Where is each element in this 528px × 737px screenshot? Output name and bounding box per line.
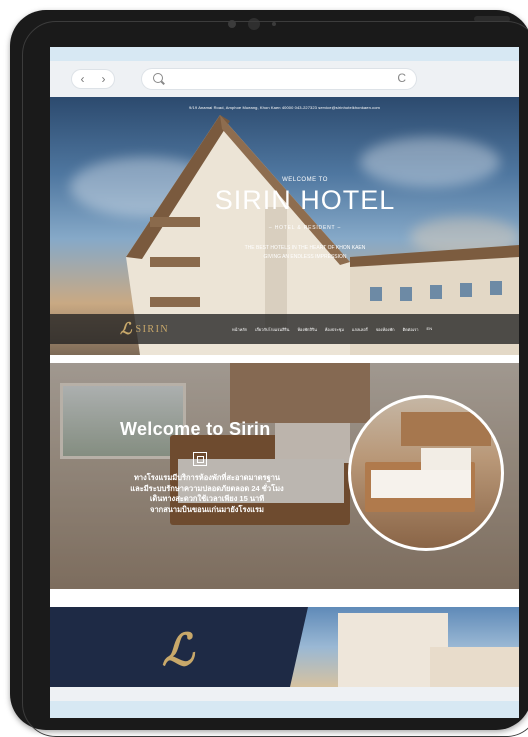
- address-bar[interactable]: C: [142, 69, 416, 89]
- reload-icon[interactable]: C: [397, 71, 406, 85]
- hero-tagline: THE BEST HOTELS IN THE HEART OF KHON KAE…: [210, 244, 400, 262]
- circle-sheet: [371, 470, 471, 498]
- welcome-label: WELCOME TO: [282, 177, 328, 183]
- welcome-text: ทางโรงแรมมีบริการห้องพักที่สะอาดมาตรฐาน …: [114, 473, 300, 515]
- section-spacer: [50, 589, 519, 607]
- room-circle-image: [348, 395, 504, 551]
- building-icon: [193, 452, 207, 466]
- nav-item-rooms[interactable]: ห้องพักสิริน: [297, 326, 316, 333]
- history-buttons: ‹ ›: [72, 70, 114, 88]
- hotel-subtitle: – HOTEL & RESIDENT –: [268, 225, 342, 231]
- contact-info: 9/19 Anamai Road, Amphoe Mueang, Khon Ka…: [189, 105, 380, 110]
- logo-mark-icon: ℒ: [120, 321, 132, 338]
- circle-wall: [401, 412, 491, 446]
- nav-item-about[interactable]: เกี่ยวกับโรงแรมสิริน: [255, 326, 289, 333]
- forward-icon[interactable]: ›: [102, 72, 106, 86]
- banner-building-wing: [430, 647, 519, 687]
- tablet-screen: ‹ › C 9/19 Anamai Road, Amphoe Mueang, K…: [50, 47, 519, 718]
- welcome-text-line: ทางโรงแรมมีบริการห้องพักที่สะอาดมาตรฐาน: [133, 473, 281, 482]
- nav-item-language[interactable]: EN: [427, 326, 433, 333]
- logo-text: SIRIN: [135, 323, 170, 335]
- nav-item-contact[interactable]: ติดต่อเรา: [403, 326, 419, 333]
- front-camera: [248, 18, 260, 30]
- circle-headboard: [421, 448, 471, 472]
- back-icon[interactable]: ‹: [81, 72, 85, 86]
- sensor-dot: [228, 20, 236, 28]
- welcome-text-line: เดินทางสะดวกใช้เวลาเพียง 15 นาที: [149, 494, 265, 503]
- tagline-line: GIVING AN ENDLESS IMPRESSION: [263, 254, 347, 260]
- search-icon: [153, 73, 163, 83]
- light-sensor: [272, 22, 276, 26]
- welcome-title: Welcome to Sirin: [120, 419, 271, 439]
- tagline-line: THE BEST HOTELS IN THE HEART OF KHON KAE…: [244, 245, 366, 251]
- banner-building-image: [290, 607, 519, 687]
- section-spacer: [50, 355, 519, 363]
- hero-section: 9/19 Anamai Road, Amphoe Mueang, Khon Ka…: [50, 97, 519, 355]
- brand-logo-icon: ℒ: [162, 626, 194, 675]
- tablet-frame: ‹ › C 9/19 Anamai Road, Amphoe Mueang, K…: [10, 10, 528, 737]
- browser-toolbar: ‹ › C: [50, 61, 519, 98]
- nav-item-gallery[interactable]: แกลเลอรี่: [352, 326, 368, 333]
- hotel-name: SIRIN HOTEL: [214, 185, 396, 215]
- nav-menu: หน้าหลัก เกี่ยวกับโรงแรมสิริน ห้องพักสิร…: [232, 326, 432, 333]
- nav-item-home[interactable]: หน้าหลัก: [232, 326, 247, 333]
- nav-item-meeting[interactable]: ห้องประชุม: [325, 326, 344, 333]
- brand-banner: ℒ: [50, 607, 519, 687]
- welcome-text-line: จากสนามบินขอนแก่นมายังโรงแรม: [150, 504, 264, 514]
- nav-item-booking[interactable]: จองห้องพัก: [376, 326, 395, 333]
- power-button: [474, 16, 510, 22]
- site-navbar: ℒ SIRIN หน้าหลัก เกี่ยวกับโรงแรมสิริน ห้…: [50, 314, 519, 344]
- welcome-text-line: และมีระบบรักษาความปลอดภัยตลอด 24 ชั่วโมง: [130, 483, 284, 493]
- site-logo[interactable]: ℒ SIRIN: [120, 319, 169, 339]
- welcome-section: Welcome to Sirin ทางโรงแรมมีบริการห้องพั…: [50, 363, 519, 589]
- browser-bottom-strip: [50, 687, 519, 701]
